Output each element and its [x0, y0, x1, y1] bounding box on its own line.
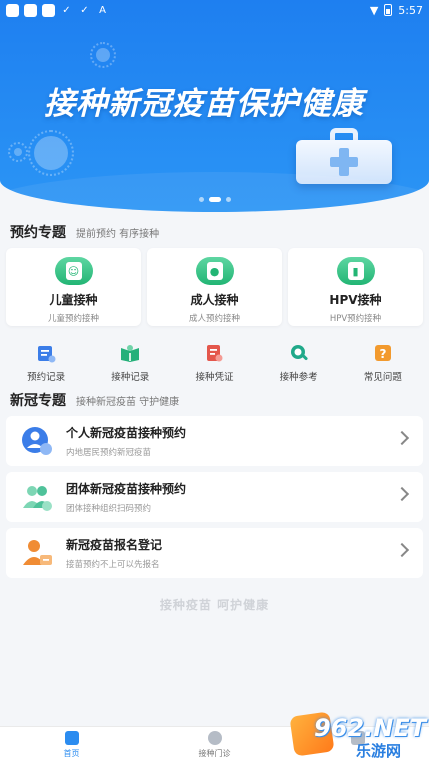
- hpv-vaccination-card[interactable]: ▮ HPV接种 HPV预约接种: [288, 248, 423, 326]
- vaccination-record-button[interactable]: 接种记录: [95, 343, 165, 383]
- watermark-logo: 962.NET 乐游网: [289, 711, 426, 760]
- carousel-indicator: [0, 197, 429, 202]
- clock: 5:57: [398, 3, 423, 17]
- row-subtitle: 内地居民预约新冠疫苗: [66, 448, 152, 458]
- appointment-record-button[interactable]: 预约记录: [11, 343, 81, 383]
- covid-section-header: 新冠专题 接种新冠疫苗 守护健康: [10, 390, 179, 410]
- font-icon: A: [99, 4, 106, 16]
- clinic-icon: [207, 731, 222, 745]
- card-title: 儿童接种: [49, 293, 98, 307]
- section-subtitle: 提前预约 有序接种: [76, 229, 160, 240]
- banner[interactable]: ✓ ✓ A ▼ 5:57 接种新冠疫苗保护健康: [0, 0, 429, 212]
- child-vaccination-card[interactable]: ☺ 儿童接种 儿童预约接种: [6, 248, 141, 326]
- vaccination-record-icon: [121, 345, 140, 362]
- banner-title: 接种新冠疫苗保护健康: [44, 86, 364, 122]
- status-bar: ✓ ✓ A ▼ 5:57: [0, 0, 429, 20]
- home-icon: [64, 731, 79, 745]
- child-icon: ☺: [54, 257, 93, 285]
- app-screen: ✓ ✓ A ▼ 5:57 接种新冠疫苗保护健康 预约专题 提前预约 有序接种 ☺…: [0, 0, 429, 762]
- group-covid-appointment-row[interactable]: 团体新冠疫苗接种预约 团体接种组织扫码预约: [6, 472, 423, 522]
- section-title: 预约专题: [10, 225, 66, 241]
- personal-icon: [22, 427, 52, 455]
- chevron-right-icon: [394, 542, 410, 558]
- appointment-section-header: 预约专题 提前预约 有序接种: [10, 222, 159, 242]
- card-title: HPV接种: [329, 293, 382, 307]
- nav-home[interactable]: 首页: [0, 727, 143, 762]
- row-title: 团体新冠疫苗接种预约: [66, 482, 187, 496]
- row-title: 新冠疫苗报名登记: [66, 538, 163, 552]
- virus-icon: [8, 142, 28, 162]
- row-subtitle: 接苗预约不上可以先报名: [66, 560, 160, 570]
- svg-text:?: ?: [379, 347, 386, 361]
- battery-icon: [384, 4, 393, 16]
- certificate-button[interactable]: 接种凭证: [179, 343, 249, 383]
- notification-icon: [6, 3, 19, 17]
- reference-icon: [290, 345, 308, 361]
- wifi-icon: ▼: [369, 3, 379, 17]
- card-subtitle: 成人预约接种: [188, 314, 240, 324]
- reference-button[interactable]: 接种参考: [264, 343, 334, 383]
- certificate-icon: [207, 345, 223, 362]
- card-subtitle: HPV预约接种: [329, 314, 382, 324]
- hpv-icon: ▮: [336, 257, 375, 285]
- covid-registration-row[interactable]: 新冠疫苗报名登记 接苗预约不上可以先报名: [6, 528, 423, 578]
- group-icon: [23, 486, 52, 511]
- row-title: 个人新冠疫苗接种预约: [66, 426, 187, 440]
- appointment-cards: ☺ 儿童接种 儿童预约接种 ● 成人接种 成人预约接种 ▮ HPV接种 HPV预…: [6, 248, 423, 326]
- check-icon: ✓: [62, 4, 71, 16]
- quick-actions: 预约记录 接种记录 接种凭证 接种参考 ? 常见问题: [0, 343, 429, 383]
- virus-icon: [28, 130, 74, 176]
- chevron-right-icon: [394, 486, 410, 502]
- row-subtitle: 团体接种组织扫码预约: [66, 504, 152, 514]
- adult-vaccination-card[interactable]: ● 成人接种 成人预约接种: [147, 248, 282, 326]
- card-subtitle: 儿童预约接种: [47, 314, 99, 324]
- covid-list: 个人新冠疫苗接种预约 内地居民预约新冠疫苗 团体新冠疫苗接种预约 团体接种组织扫…: [6, 416, 423, 584]
- appointment-record-icon: [38, 346, 56, 363]
- adult-icon: ●: [195, 257, 234, 285]
- medical-kit-icon: [296, 128, 392, 184]
- section-subtitle: 接种新冠疫苗 守护健康: [76, 397, 180, 408]
- virus-icon: [90, 42, 116, 68]
- card-title: 成人接种: [190, 293, 239, 307]
- nav-clinic[interactable]: 接种门诊: [143, 727, 286, 762]
- chevron-right-icon: [394, 430, 410, 446]
- register-icon: [23, 540, 52, 565]
- slogan: 接种疫苗 呵护健康: [159, 598, 270, 612]
- personal-covid-appointment-row[interactable]: 个人新冠疫苗接种预约 内地居民预约新冠疫苗: [6, 416, 423, 466]
- notification-icon: [42, 3, 55, 17]
- notification-icon: [24, 3, 37, 17]
- check-icon: ✓: [80, 4, 89, 16]
- section-title: 新冠专题: [10, 393, 66, 409]
- faq-icon: ?: [374, 345, 391, 361]
- faq-button[interactable]: ? 常见问题: [348, 343, 418, 383]
